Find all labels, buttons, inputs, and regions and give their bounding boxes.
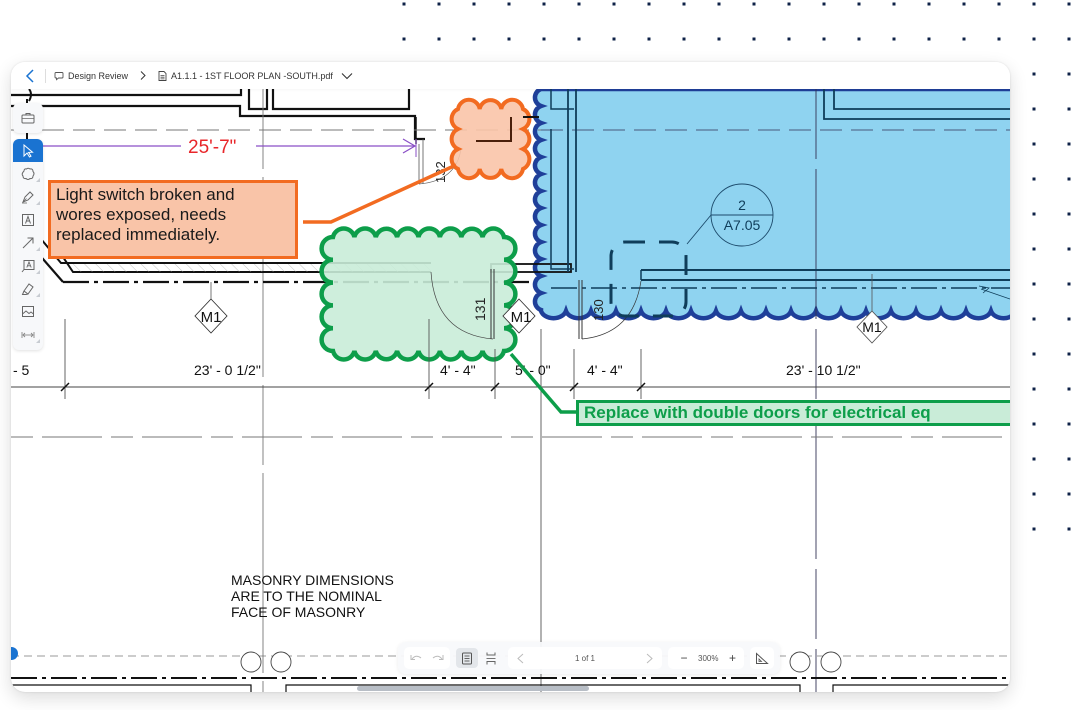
- callout-tool[interactable]: [13, 254, 43, 277]
- svg-text:23' - 0 1/2": 23' - 0 1/2": [194, 362, 261, 378]
- toolbox-button[interactable]: [13, 103, 43, 133]
- green-callout-box[interactable]: Replace with double doors for electrical…: [576, 400, 1010, 426]
- redo-icon: [432, 655, 444, 660]
- blue-cloud-region[interactable]: [532, 86, 1010, 321]
- measure-width-icon: [21, 331, 35, 338]
- text-tool[interactable]: [13, 208, 43, 231]
- svg-text:M1: M1: [201, 309, 222, 326]
- svg-text:M1: M1: [511, 309, 532, 326]
- breadcrumb-project[interactable]: Design Review: [54, 71, 128, 81]
- cursor-arrow-icon: [23, 143, 34, 158]
- continuous-scroll-button[interactable]: [480, 648, 502, 668]
- bottom-toolbar: 1 of 1 − 300% +: [398, 642, 780, 674]
- orange-callout-box[interactable]: Light switch broken and wores exposed, n…: [48, 180, 298, 259]
- wall-tag: M1: [194, 282, 228, 334]
- door-number-130: 130: [591, 299, 606, 321]
- next-page-icon: [647, 653, 654, 663]
- viewer-window: Design Review A1.1.1 - 1ST FLOOR PLAN -S…: [11, 62, 1010, 692]
- highlighter-tool[interactable]: [13, 277, 43, 300]
- pen-nib-icon: [22, 190, 34, 203]
- annotation-toolbar: [13, 103, 43, 350]
- ruler-group: [750, 647, 774, 669]
- svg-text:FACE OF MASONRY: FACE OF MASONRY: [231, 604, 366, 620]
- arrow-icon: [22, 237, 34, 248]
- svg-text:ARE TO THE NOMINAL: ARE TO THE NOMINAL: [231, 588, 382, 604]
- door-number-131: 131: [472, 297, 488, 321]
- document-icon: [158, 70, 167, 81]
- pagination-group: 1 of 1: [508, 647, 662, 669]
- chevron-left-icon: [25, 68, 34, 83]
- arrow-tool[interactable]: [13, 231, 43, 254]
- prev-page-icon: [516, 653, 523, 663]
- orange-callout-leader: [303, 163, 457, 224]
- text-callout-icon: [21, 259, 35, 272]
- drawing-canvas[interactable]: 25'-7" 132 131 130 2 A7.05 M1 M1 M1 - 5 …: [11, 86, 1010, 692]
- svg-text:MASONRY DIMENSIONS: MASONRY DIMENSIONS: [231, 572, 394, 588]
- svg-text:23' - 10 1/2": 23' - 10 1/2": [786, 362, 861, 378]
- breadcrumb-file[interactable]: A1.1.1 - 1ST FLOOR PLAN -SOUTH.pdf: [158, 71, 353, 81]
- image-icon: [22, 306, 34, 317]
- section-sheet: A7.05: [724, 217, 761, 233]
- green-cloud-annotation[interactable]: [319, 226, 518, 362]
- pen-tool[interactable]: [13, 185, 43, 208]
- zoom-out-button[interactable]: −: [676, 648, 692, 668]
- ruler-button[interactable]: [754, 648, 770, 668]
- next-page-button[interactable]: [642, 648, 658, 668]
- undo-button[interactable]: [408, 648, 424, 668]
- svg-text:M1: M1: [862, 319, 882, 335]
- breadcrumb-project-label: Design Review: [68, 70, 129, 81]
- select-tool[interactable]: [13, 139, 43, 162]
- measure-tool[interactable]: [13, 323, 43, 346]
- cloud-shape-icon: [21, 167, 35, 180]
- measurement-label: 25'-7": [188, 137, 236, 158]
- view-mode-group: [456, 647, 502, 669]
- chat-bubble-icon: [54, 71, 64, 81]
- chevron-right-icon: [140, 71, 146, 80]
- redo-button[interactable]: [430, 648, 446, 668]
- highlighter-icon: [21, 282, 34, 295]
- page-indicator: 1 of 1: [574, 653, 595, 663]
- orange-cloud-annotation[interactable]: [449, 97, 532, 181]
- set-square-ruler-icon: [756, 651, 769, 664]
- breadcrumb-file-label: A1.1.1 - 1ST FLOOR PLAN -SOUTH.pdf: [171, 70, 333, 81]
- cloud-tool[interactable]: [13, 162, 43, 185]
- masonry-note: MASONRY DIMENSIONS ARE TO THE NOMINAL FA…: [231, 572, 394, 620]
- chevron-down-icon[interactable]: [341, 72, 353, 80]
- section-number: 2: [738, 197, 746, 213]
- image-tool[interactable]: [13, 300, 43, 323]
- top-bar: Design Review A1.1.1 - 1ST FLOOR PLAN -S…: [11, 62, 1010, 89]
- single-page-view-button[interactable]: [456, 648, 478, 668]
- horizontal-scrollbar[interactable]: [357, 686, 589, 691]
- zoom-in-button[interactable]: +: [724, 648, 740, 668]
- undo-icon: [410, 655, 422, 660]
- continuous-scroll-icon: [486, 652, 496, 664]
- divider: [45, 68, 46, 83]
- measurement-line[interactable]: 25'-7": [36, 137, 417, 158]
- zoom-group: − 300% +: [668, 647, 744, 669]
- single-page-view-icon: [462, 652, 472, 664]
- svg-text:4' - 4": 4' - 4": [440, 362, 476, 378]
- zoom-level[interactable]: 300%: [698, 654, 718, 663]
- svg-text:- 5: - 5: [13, 362, 30, 378]
- back-button[interactable]: [19, 65, 41, 87]
- prev-page-button[interactable]: [512, 648, 528, 668]
- text-box-icon: [22, 213, 34, 226]
- svg-text:4' - 4": 4' - 4": [587, 362, 623, 378]
- annotation-tools: [13, 139, 43, 350]
- dimension-row: - 5 23' - 0 1/2" 4' - 4" 5' - 0" 4' - 4"…: [11, 319, 1010, 692]
- history-group: [404, 647, 450, 669]
- briefcase-icon: [21, 113, 35, 124]
